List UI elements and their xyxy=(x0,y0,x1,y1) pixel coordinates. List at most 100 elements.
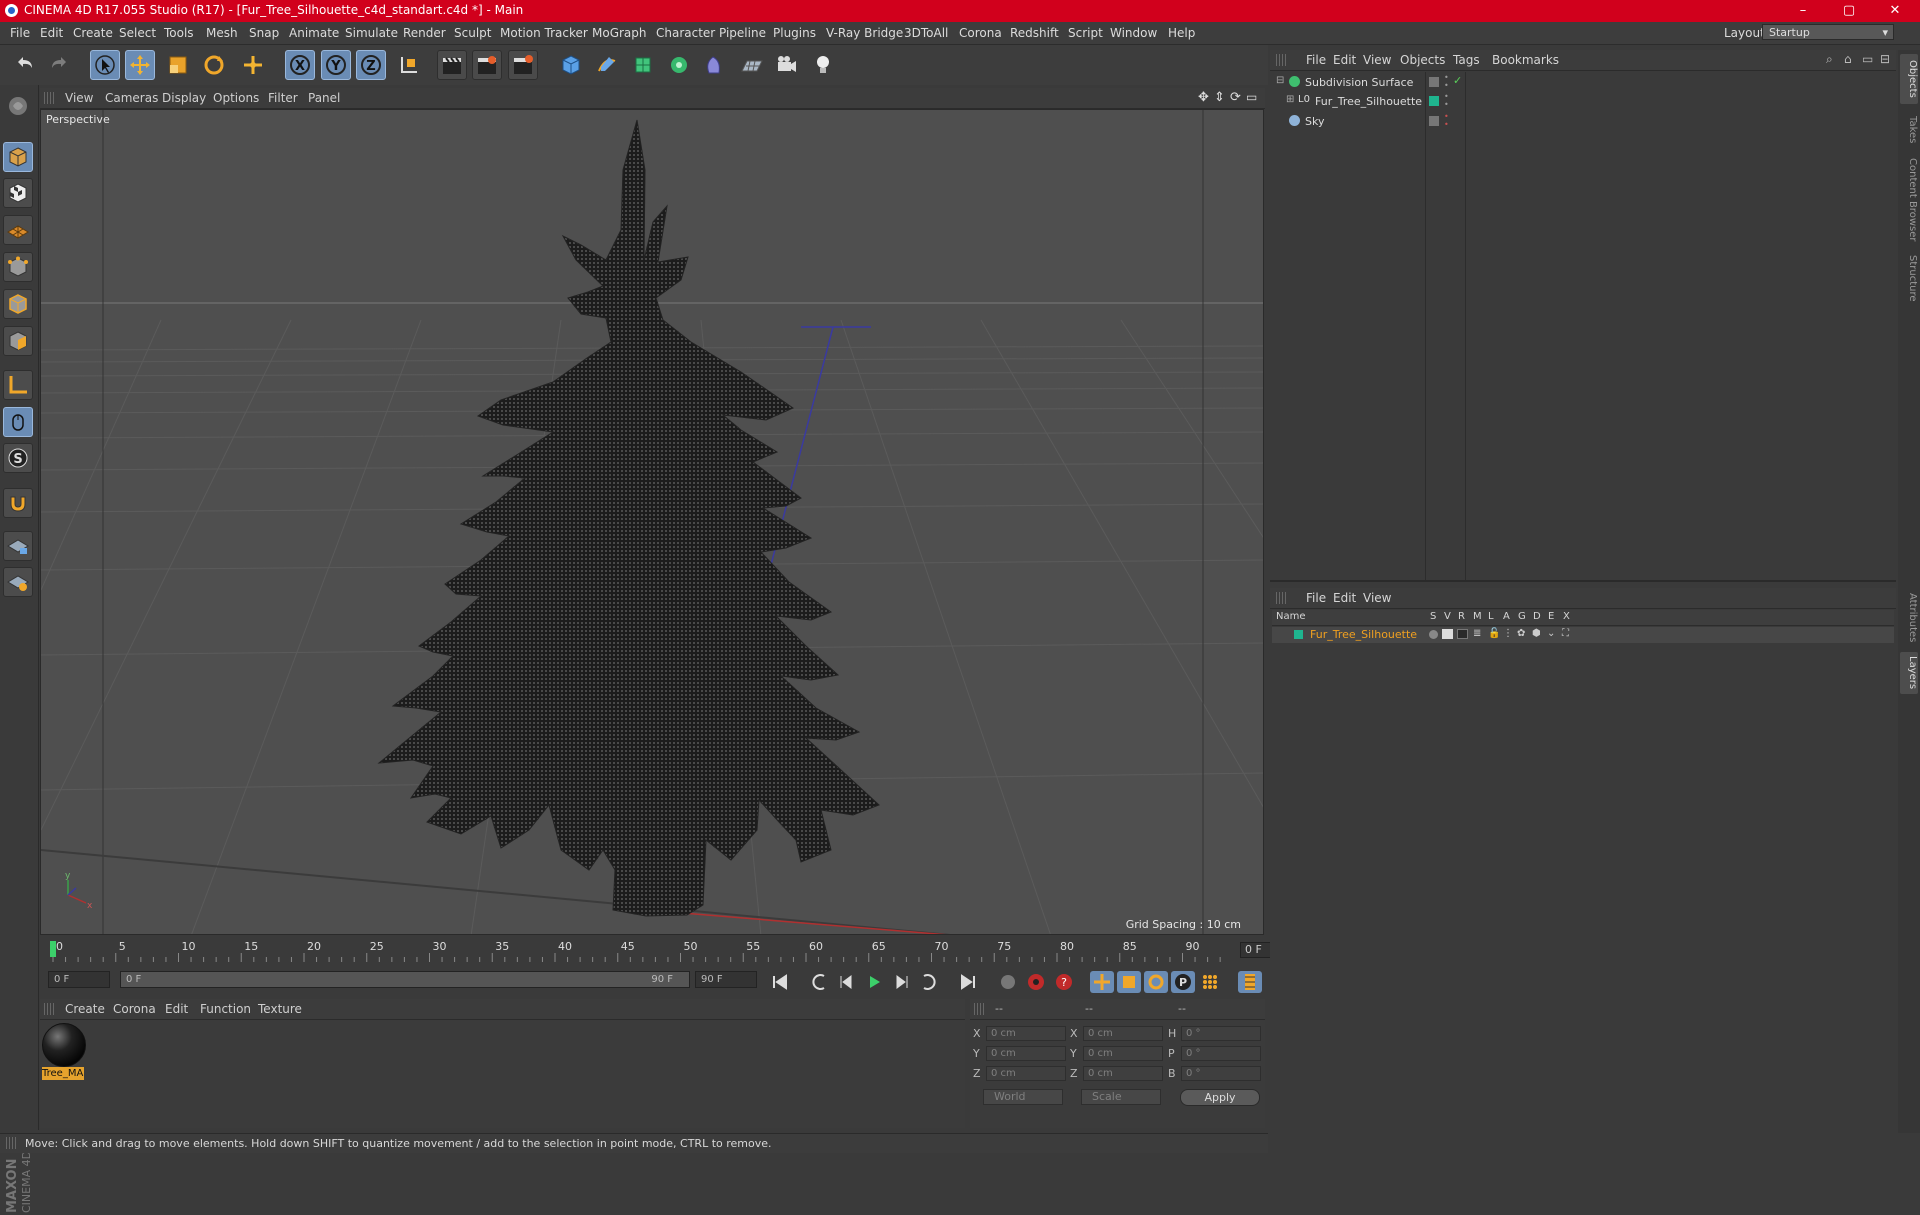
menu-redshift[interactable]: Redshift xyxy=(1010,26,1059,40)
menu-motion-tracker[interactable]: Motion Tracker xyxy=(500,26,588,40)
viewport-menu-cameras[interactable]: Cameras xyxy=(105,91,158,105)
play-button[interactable] xyxy=(862,971,886,993)
menu-mograph[interactable]: MoGraph xyxy=(592,26,647,40)
lock-toggle-icon[interactable]: 🔓 xyxy=(1488,628,1500,639)
key-point-level-button[interactable] xyxy=(1198,971,1222,993)
cloner-button[interactable] xyxy=(664,50,694,80)
menu-file[interactable]: File xyxy=(10,26,30,40)
pen-spline-button[interactable] xyxy=(592,50,622,80)
deformers-toggle-icon[interactable]: ⬢ xyxy=(1532,628,1541,639)
live-selection-button[interactable] xyxy=(90,50,120,80)
x-axis-button[interactable]: X xyxy=(285,50,315,80)
layer-swatch-icon[interactable] xyxy=(1429,116,1439,126)
size-x-field[interactable]: 0 cm xyxy=(1083,1026,1163,1041)
camera-button[interactable] xyxy=(772,50,802,80)
key-parameter-button[interactable]: P xyxy=(1171,971,1195,993)
timeline-ruler[interactable]: 0 5 10 15 20 25 30 35 40 45 50 55 60 65 70 75 80 85 90 0 F xyxy=(40,937,1304,965)
collapse-icon[interactable]: ⊟ xyxy=(1276,75,1284,86)
layer-swatch-icon[interactable] xyxy=(1429,77,1439,87)
axis-mode-button[interactable] xyxy=(3,370,33,400)
menu-plugins[interactable]: Plugins xyxy=(773,26,816,40)
objects-menu-file[interactable]: File xyxy=(1306,53,1326,67)
viewport-nav-move-icon[interactable]: ✥ xyxy=(1198,90,1209,105)
size-y-field[interactable]: 0 cm xyxy=(1083,1046,1163,1061)
objects-menu-tags[interactable]: Tags xyxy=(1453,53,1480,67)
make-editable-button[interactable] xyxy=(3,91,33,121)
menu-select[interactable]: Select xyxy=(119,26,156,40)
cube-object-button[interactable] xyxy=(556,50,586,80)
minimize-button[interactable]: – xyxy=(1780,0,1826,22)
close-button[interactable]: ✕ xyxy=(1872,0,1918,22)
object-name[interactable]: Subdivision Surface xyxy=(1305,76,1413,89)
panel-grip-icon[interactable] xyxy=(1276,54,1286,66)
menu-help[interactable]: Help xyxy=(1168,26,1195,40)
menu-corona[interactable]: Corona xyxy=(959,26,1002,40)
viewport-maximize-icon[interactable]: ▭ xyxy=(1246,90,1257,104)
menu-create[interactable]: Create xyxy=(73,26,113,40)
menu-simulate[interactable]: Simulate xyxy=(345,26,398,40)
tab-content-browser[interactable]: Content Browser xyxy=(1900,156,1918,244)
panel-grip-icon[interactable] xyxy=(44,1003,54,1015)
tab-objects[interactable]: Objects xyxy=(1900,54,1918,104)
end-frame-field[interactable]: 90 F xyxy=(695,971,757,988)
render-view-button[interactable] xyxy=(437,50,467,80)
layer-col-name[interactable]: Name xyxy=(1276,611,1306,622)
material-menu-edit[interactable]: Edit xyxy=(165,1002,188,1016)
viewport-nav-zoom-icon[interactable]: ⇕ xyxy=(1214,90,1225,105)
texture-mode-button[interactable] xyxy=(3,178,33,208)
render-toggle-icon[interactable] xyxy=(1457,629,1468,639)
material-name[interactable]: Tree_MA xyxy=(42,1067,84,1080)
home-icon[interactable]: ⌂ xyxy=(1844,52,1852,66)
layer-name[interactable]: Fur_Tree_Silhouette xyxy=(1310,628,1417,641)
tab-structure[interactable]: Structure xyxy=(1900,250,1918,306)
menu-render[interactable]: Render xyxy=(403,26,446,40)
move-tool-button[interactable] xyxy=(125,50,155,80)
perspective-viewport[interactable]: y x Perspective Grid Spacing : 10 cm xyxy=(40,109,1264,935)
points-mode-button[interactable] xyxy=(3,252,33,282)
layer-col-solo[interactable]: S xyxy=(1430,611,1436,622)
tab-attributes[interactable]: Attributes xyxy=(1900,590,1918,646)
tab-takes[interactable]: Takes xyxy=(1900,110,1918,150)
menu-edit[interactable]: Edit xyxy=(40,26,63,40)
view-toggle-icon[interactable] xyxy=(1442,629,1453,639)
enabled-check-icon[interactable]: ✓ xyxy=(1453,74,1462,87)
viewport-menu-filter[interactable]: Filter xyxy=(268,91,298,105)
layer-col-locked[interactable]: L xyxy=(1488,611,1494,622)
motion-record-button[interactable] xyxy=(996,971,1020,993)
y-axis-button[interactable]: Y xyxy=(321,50,351,80)
z-axis-button[interactable]: Z xyxy=(356,50,386,80)
viewport-camera-label[interactable]: Perspective xyxy=(46,113,110,126)
manager-toggle-icon[interactable]: ≣ xyxy=(1473,628,1481,639)
xref-toggle-icon[interactable]: ⛶ xyxy=(1562,628,1569,639)
apply-button[interactable]: Apply xyxy=(1180,1089,1260,1106)
layer-col-deformers[interactable]: D xyxy=(1533,611,1541,622)
coordinate-space-select[interactable]: World xyxy=(983,1089,1063,1105)
layer-col-manager[interactable]: M xyxy=(1473,611,1482,622)
menu-window[interactable]: Window xyxy=(1110,26,1157,40)
floor-button[interactable] xyxy=(737,50,767,80)
layer-col-animation[interactable]: A xyxy=(1503,611,1510,622)
key-position-button[interactable] xyxy=(1090,971,1114,993)
undo-button[interactable] xyxy=(10,50,40,80)
maximize-panel-icon[interactable]: ⊟ xyxy=(1880,52,1890,66)
workplane-mode-button[interactable] xyxy=(3,215,33,245)
viewport-menu-panel[interactable]: Panel xyxy=(308,91,340,105)
redo-button[interactable] xyxy=(44,50,74,80)
next-key-button[interactable] xyxy=(916,971,940,993)
material-menu-texture[interactable]: Texture xyxy=(258,1002,302,1016)
menu-vray-bridge[interactable]: V-Ray Bridge xyxy=(826,26,903,40)
menu-3dtoall[interactable]: 3DToAll xyxy=(904,26,948,40)
tab-layers[interactable]: Layers xyxy=(1900,652,1918,694)
menu-script[interactable]: Script xyxy=(1068,26,1103,40)
position-y-field[interactable]: 0 cm xyxy=(986,1046,1066,1061)
panel-grip-icon[interactable] xyxy=(1276,592,1286,604)
object-row[interactable]: ⊞ L0 Fur_Tree_Silhouette • • xyxy=(1272,93,1894,111)
menu-character[interactable]: Character xyxy=(656,26,715,40)
objects-menu-view[interactable]: View xyxy=(1363,53,1391,67)
rotation-b-field[interactable]: 0 ° xyxy=(1181,1066,1261,1081)
menu-snap[interactable]: Snap xyxy=(249,26,279,40)
maximize-button[interactable]: ▢ xyxy=(1826,0,1872,22)
layers-menu-file[interactable]: File xyxy=(1306,591,1326,605)
solo-toggle-icon[interactable] xyxy=(1429,630,1438,639)
menu-animate[interactable]: Animate xyxy=(289,26,339,40)
